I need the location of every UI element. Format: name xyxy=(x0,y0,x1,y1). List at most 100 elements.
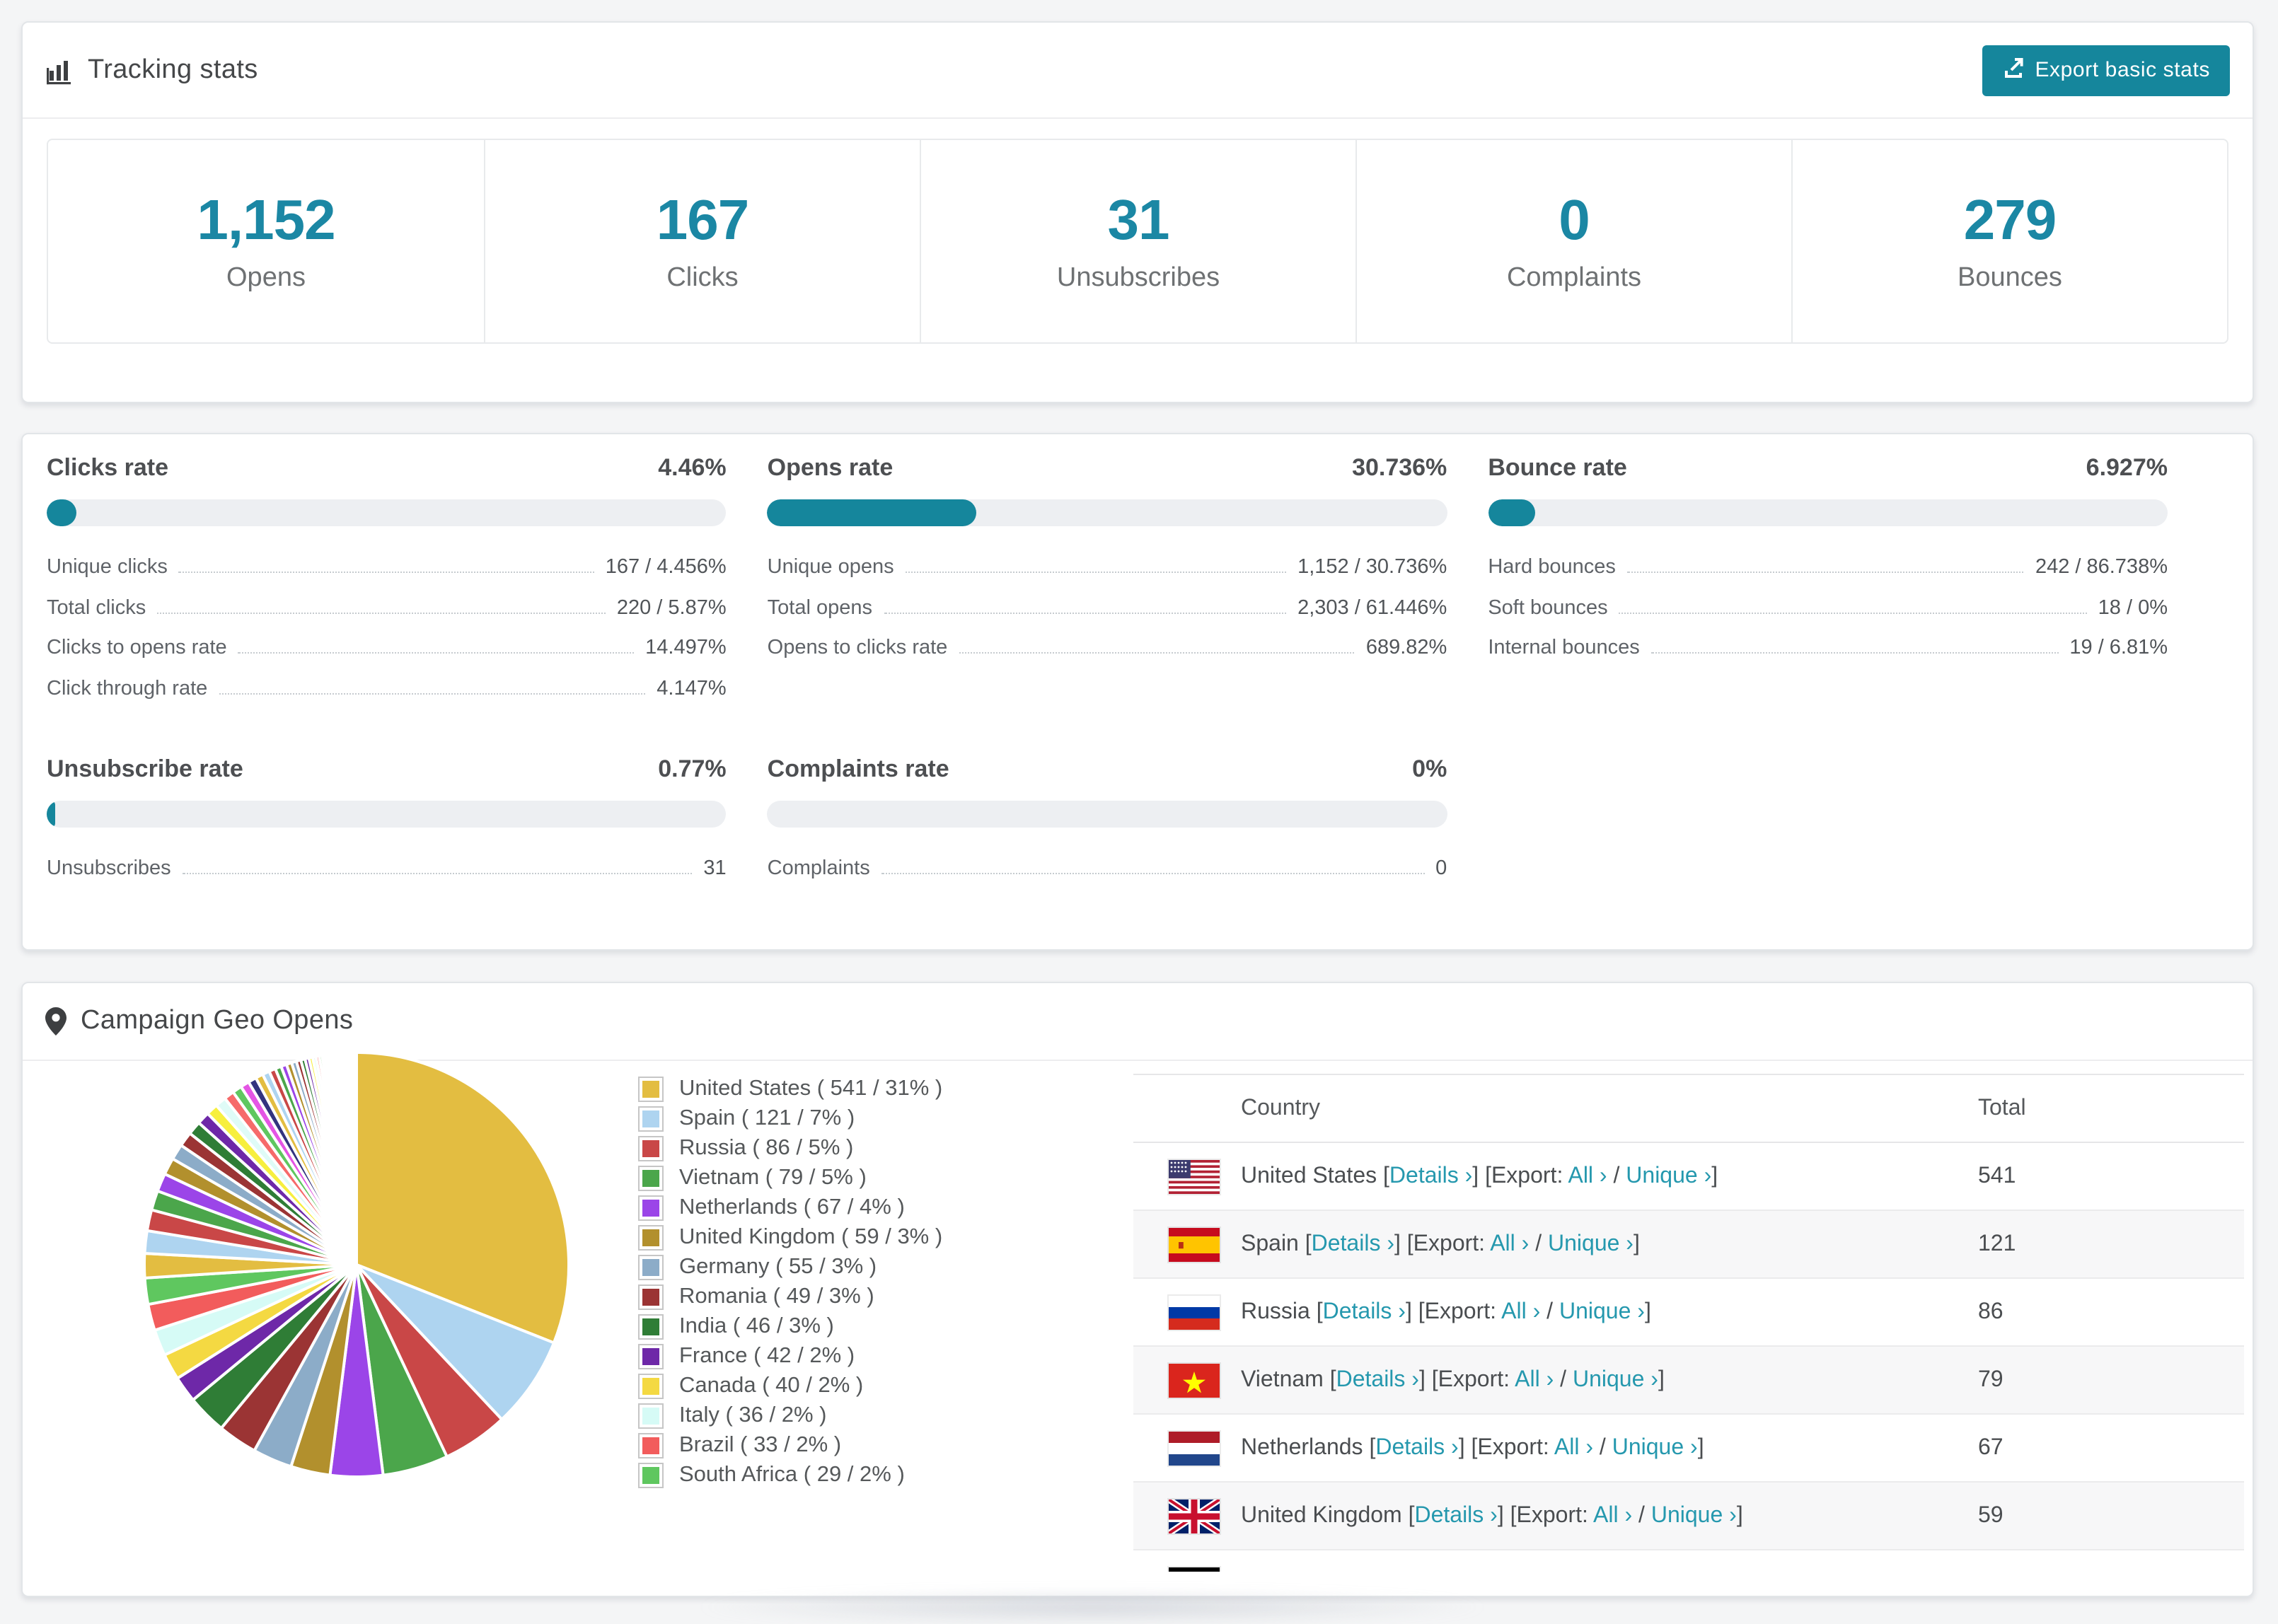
legend-item-germany[interactable]: Germany ( 55 / 3% ) xyxy=(638,1252,942,1282)
stat-value: 1,152 xyxy=(197,189,335,251)
stat-cell-bounces: 279 Bounces xyxy=(1791,140,2227,342)
rate-detail-label: Internal bounces xyxy=(1488,637,1640,659)
geo-table-cell-total: 121 xyxy=(1978,1231,2016,1255)
rate-detail-value: 689.82% xyxy=(1365,637,1447,659)
legend-item-france[interactable]: France ( 42 / 2% ) xyxy=(638,1341,942,1371)
stat-label: Clicks xyxy=(666,262,739,292)
legend-item-united-kingdom[interactable]: United Kingdom ( 59 / 3% ) xyxy=(638,1222,942,1252)
legend-swatch xyxy=(638,1165,664,1190)
geo-table-header: Country Total xyxy=(1133,1074,2244,1143)
details-link-united-kingdom[interactable]: Details › xyxy=(1414,1503,1497,1527)
rate-detail-row: Total opens 2,303 / 61.446% xyxy=(768,596,1447,637)
rate-detail-label: Unsubscribes xyxy=(47,857,171,880)
export-all-link-united-states[interactable]: All › xyxy=(1568,1164,1607,1188)
export-unique-link-russia[interactable]: Unique › xyxy=(1559,1299,1645,1323)
rate-block-bounce-rate: Bounce rate 6.927% Hard bounces 242 / 86.73… xyxy=(1488,454,2168,717)
rate-progressbar xyxy=(47,801,727,828)
export-all-link-netherlands[interactable]: All › xyxy=(1554,1435,1593,1459)
rate-title-value: 0% xyxy=(1412,755,1447,782)
export-all-link-russia[interactable]: All › xyxy=(1501,1299,1540,1323)
stat-label: Unsubscribes xyxy=(1056,262,1220,292)
legend-item-netherlands[interactable]: Netherlands ( 67 / 4% ) xyxy=(638,1193,942,1222)
legend-item-italy[interactable]: Italy ( 36 / 2% ) xyxy=(638,1400,942,1430)
dotted-leader xyxy=(905,572,1287,573)
legend-item-brazil[interactable]: Brazil ( 33 / 2% ) xyxy=(638,1430,942,1460)
export-unique-link-vietnam[interactable]: Unique › xyxy=(1573,1367,1658,1391)
rate-detail-row: Unique clicks 167 / 4.456% xyxy=(47,556,727,596)
legend-swatch-color xyxy=(642,1437,659,1454)
rate-detail-value: 2,303 / 61.446% xyxy=(1297,596,1447,619)
legend-swatch xyxy=(638,1076,664,1101)
geo-table-row-united-kingdom: United Kingdom [Details ›] [Export: All … xyxy=(1133,1483,2244,1550)
geo-table-row-russia: Russia [Details ›] [Export: All › / Uniq… xyxy=(1133,1279,2244,1347)
export-all-link-germany[interactable]: All › xyxy=(1525,1571,1564,1572)
page: Tracking stats Export basic stats 1,152 O… xyxy=(0,0,2278,1624)
legend-item-russia[interactable]: Russia ( 86 / 5% ) xyxy=(638,1133,942,1163)
legend-item-canada[interactable]: Canada ( 40 / 2% ) xyxy=(638,1371,942,1400)
legend-item-united-states[interactable]: United States ( 541 / 31% ) xyxy=(638,1074,942,1103)
stat-value: 0 xyxy=(1559,189,1590,251)
export-unique-link-spain[interactable]: Unique › xyxy=(1548,1231,1634,1255)
legend-item-south-africa[interactable]: South Africa ( 29 / 2% ) xyxy=(638,1460,942,1490)
vn-flag-icon xyxy=(1169,1363,1220,1397)
export-all-link-spain[interactable]: All › xyxy=(1490,1231,1529,1255)
export-unique-link-germany[interactable]: Unique › xyxy=(1583,1571,1669,1572)
pie-slice-other-58[interactable] xyxy=(354,1050,358,1266)
legend-item-spain[interactable]: Spain ( 121 / 7% ) xyxy=(638,1103,942,1133)
gb-flag-icon xyxy=(1169,1499,1220,1533)
legend-swatch-color xyxy=(642,1377,659,1394)
rate-title-value: 30.736% xyxy=(1352,454,1447,481)
geo-table-row-vietnam: Vietnam [Details ›] [Export: All › / Uni… xyxy=(1133,1347,2244,1415)
details-link-netherlands[interactable]: Details › xyxy=(1375,1435,1458,1459)
rate-progressbar-fill xyxy=(767,499,976,526)
rate-detail-row: Complaints 0 xyxy=(768,857,1447,898)
geo-table: Country Total United States [Details ›] [… xyxy=(1133,1074,2244,1572)
dotted-leader xyxy=(884,612,1287,613)
rate-detail-row: Total clicks 220 / 5.87% xyxy=(47,596,727,637)
legend-item-india[interactable]: India ( 46 / 3% ) xyxy=(638,1311,942,1341)
geo-table-row-netherlands: Netherlands [Details ›] [Export: All › /… xyxy=(1133,1415,2244,1483)
geo-table-cell-country: United Kingdom [Details ›] [Export: All … xyxy=(1133,1499,1978,1533)
geo-table-header-total: Total xyxy=(1978,1096,2026,1120)
legend-swatch xyxy=(638,1106,664,1131)
legend-item-vietnam[interactable]: Vietnam ( 79 / 5% ) xyxy=(638,1163,942,1193)
rate-progressbar-fill xyxy=(47,499,77,526)
rate-title-value: 0.77% xyxy=(658,755,727,782)
legend-swatch-color xyxy=(642,1288,659,1305)
legend-swatch-color xyxy=(642,1407,659,1424)
legend-swatch xyxy=(638,1432,664,1458)
legend-label: Romania ( 49 / 3% ) xyxy=(679,1284,874,1308)
rate-detail-label: Total clicks xyxy=(47,596,146,619)
rate-detail-label: Opens to clicks rate xyxy=(767,637,948,659)
rate-detail-label: Click through rate xyxy=(47,677,208,700)
rate-progressbar xyxy=(1488,499,2168,526)
export-unique-link-netherlands[interactable]: Unique › xyxy=(1612,1435,1698,1459)
legend-swatch-color xyxy=(642,1466,659,1483)
dotted-leader xyxy=(959,652,1355,654)
legend-swatch xyxy=(638,1254,664,1280)
stat-value: 31 xyxy=(1107,189,1170,251)
export-unique-link-united-states[interactable]: Unique › xyxy=(1626,1164,1711,1188)
legend-label: Canada ( 40 / 2% ) xyxy=(679,1373,864,1397)
dotted-leader xyxy=(157,612,606,613)
details-link-united-states[interactable]: Details › xyxy=(1389,1164,1472,1188)
legend-swatch xyxy=(638,1224,664,1250)
details-link-russia[interactable]: Details › xyxy=(1323,1299,1406,1323)
geo-table-cell-total: 79 xyxy=(1978,1367,2004,1391)
export-all-link-united-kingdom[interactable]: All › xyxy=(1593,1503,1632,1527)
geo-table-cell-total: 59 xyxy=(1978,1503,2004,1527)
rate-detail-row: Clicks to opens rate 14.497% xyxy=(47,637,727,677)
rate-detail-label: Unique opens xyxy=(767,556,894,579)
pie-legend: United States ( 541 / 31% ) Spain ( 121 /… xyxy=(638,1074,942,1490)
details-link-spain[interactable]: Details › xyxy=(1312,1231,1394,1255)
legend-swatch-color xyxy=(642,1080,659,1097)
rate-detail-row: Opens to clicks rate 689.82% xyxy=(768,637,1447,677)
export-all-link-vietnam[interactable]: All › xyxy=(1515,1367,1554,1391)
export-unique-link-united-kingdom[interactable]: Unique › xyxy=(1651,1503,1737,1527)
details-link-germany[interactable]: Details › xyxy=(1346,1571,1429,1572)
rate-title-label: Clicks rate xyxy=(47,454,168,481)
rate-detail-value: 167 / 4.456% xyxy=(605,556,727,579)
legend-item-romania[interactable]: Romania ( 49 / 3% ) xyxy=(638,1282,942,1311)
details-link-vietnam[interactable]: Details › xyxy=(1336,1367,1419,1391)
export-basic-stats-button[interactable]: Export basic stats xyxy=(1982,45,2230,95)
